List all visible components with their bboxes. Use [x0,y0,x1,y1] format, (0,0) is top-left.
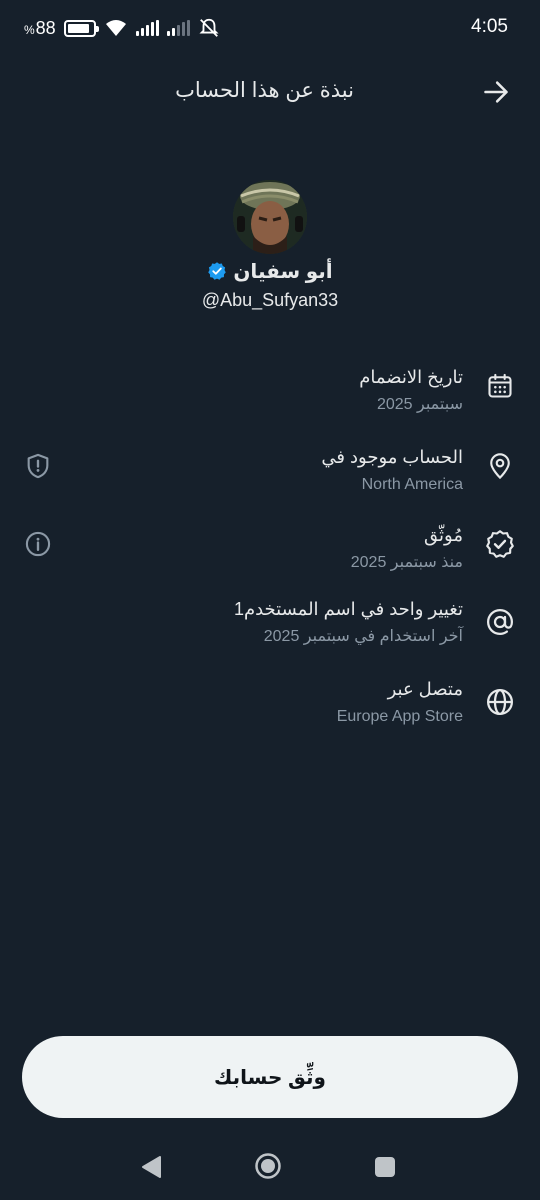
nav-home-icon[interactable] [254,1152,282,1180]
username-changes-title: تغيير واحد في اسم المستخدم1 [233,599,463,619]
profile-photo [233,180,307,254]
location-pin-icon [484,450,516,482]
join-date-texts: تاريخ الانضمام سبتمبر 2025 [359,364,463,418]
connected-via-texts: متصل عبر Europe App Store [337,676,463,730]
verified-title: مُوثّق [424,525,463,545]
arrow-right-icon [484,81,508,103]
username-handle: @Abu_Sufyan33 [201,290,339,310]
calendar-icon [484,370,516,402]
verify-account-button[interactable]: وثِّق حسابك [22,1036,518,1118]
system-nav-bar [0,1140,540,1196]
clock: 4:05 [471,16,508,37]
signal-icon [135,20,159,36]
wifi-icon [105,20,126,36]
username-changes-last: آخر استخدام في سبتمبر 2025 [263,628,463,645]
shield-icon[interactable] [22,450,54,482]
info-icon[interactable] [22,528,54,560]
display-name-row: أبو سفيان [0,256,540,286]
location-title: الحساب موجود في [321,447,463,467]
connected-via-title: متصل عبر [387,679,463,699]
info-row-connected-via: متصل عبر Europe App Store [0,676,540,746]
nav-back-icon[interactable] [140,1154,164,1180]
percent-symbol: % [24,22,35,37]
verified-since: منذ سبتمبر 2025 [350,554,463,571]
display-name: أبو سفيان [233,260,333,283]
globe-icon [484,686,516,718]
notifications-muted-icon [199,18,219,37]
info-row-join-date: تاريخ الانضمام سبتمبر 2025 [0,364,540,434]
avatar[interactable] [233,180,307,254]
connected-via-value: Europe App Store [336,708,463,725]
join-date-title: تاريخ الانضمام [359,367,463,387]
page-title: نبذة عن هذا الحساب [175,79,354,102]
battery-level: 88 [35,17,56,38]
join-date-value: سبتمبر 2025 [376,396,463,413]
verified-texts: مُوثّق منذ سبتمبر 2025 [351,522,463,576]
signal-icon-secondary [166,20,190,36]
battery-percentage: % 88 [24,18,56,39]
info-row-verified: مُوثّق منذ سبتمبر 2025 [0,522,540,592]
status-bar: % 88 4:05 [0,0,540,56]
nav-recents-icon[interactable] [374,1156,396,1178]
info-row-location: الحساب موجود في North America [0,444,540,514]
back-button[interactable] [480,76,512,108]
verified-badge-icon [207,261,227,281]
battery-icon [63,19,99,37]
location-texts: الحساب موجود في North America [321,444,463,498]
top-app-bar: نبذة عن هذا الحساب [0,64,540,120]
location-value: North America [361,476,463,493]
status-icons: % 88 [24,14,220,42]
username-changes-texts: تغيير واحد في اسم المستخدم1 آخر استخدام … [234,596,463,650]
at-sign-icon [484,606,516,638]
verified-seal-icon [484,528,516,560]
info-row-username-changes: تغيير واحد في اسم المستخدم1 آخر استخدام … [0,596,540,666]
